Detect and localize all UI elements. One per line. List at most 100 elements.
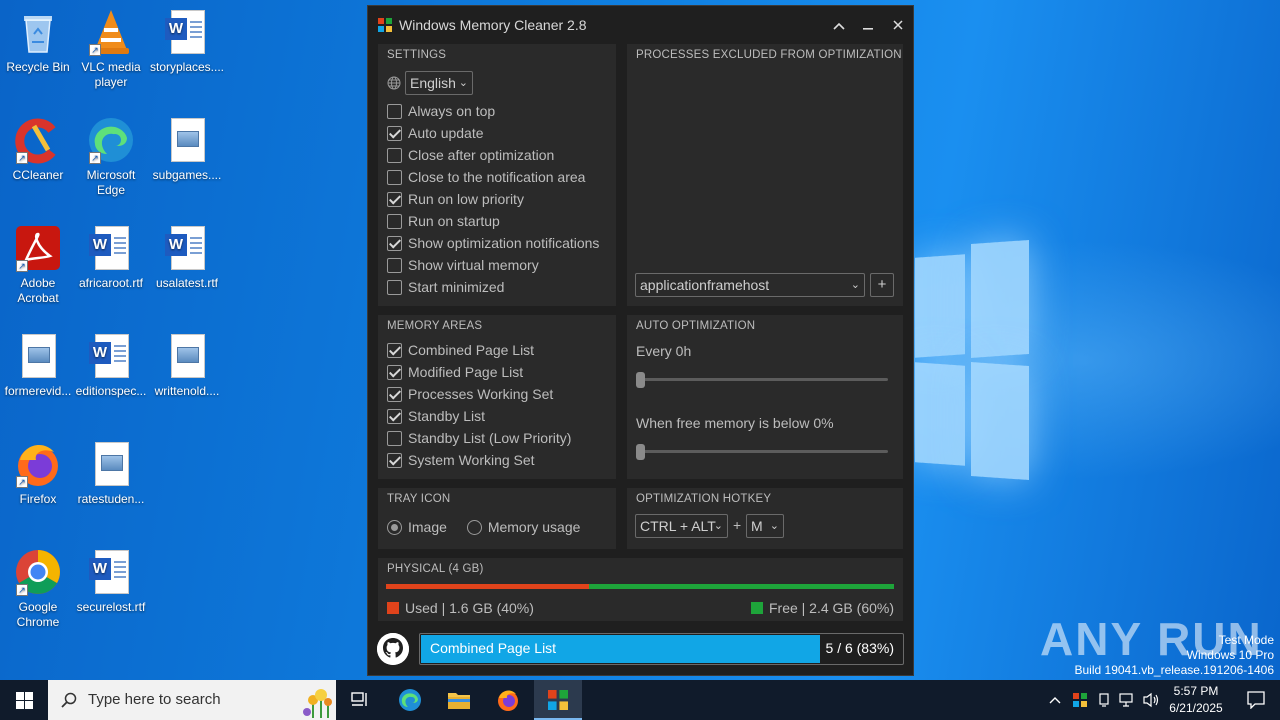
start-button[interactable]	[0, 680, 48, 720]
chevron-down-icon: ⌄	[713, 520, 723, 532]
checkbox[interactable]	[387, 213, 402, 229]
clock[interactable]: 5:57 PM 6/21/2025	[1166, 684, 1226, 715]
free-memory-text: Free | 2.4 GB (60%)	[768, 600, 894, 616]
checkbox[interactable]	[387, 364, 402, 380]
process-select[interactable]: applicationframehost ⌄	[635, 273, 865, 297]
desktop-icon-ccleaner[interactable]: ↗ CCleaner	[0, 116, 76, 183]
desktop-icon-writtenold[interactable]: writtenold....	[149, 332, 225, 399]
checkbox[interactable]	[387, 257, 402, 273]
area-standby-list-low-priority[interactable]: Standby List (Low Priority)	[387, 429, 571, 447]
tray-volume-icon[interactable]	[1140, 680, 1162, 720]
hotkey-key-select[interactable]: M ⌄	[746, 514, 784, 538]
area-system-working-set[interactable]: System Working Set	[387, 451, 535, 469]
radio-dot[interactable]	[466, 519, 482, 535]
option-start-minimized[interactable]: Start minimized	[387, 278, 504, 296]
free-memory-slider-thumb[interactable]	[636, 444, 645, 460]
desktop-icon-vlc[interactable]: ↗ VLC media player	[73, 8, 149, 90]
github-icon[interactable]	[377, 633, 409, 665]
watermark-line-1: Test Mode	[1218, 633, 1274, 647]
memory-used-fill	[386, 584, 590, 589]
option-show-optimization-notifications[interactable]: Show optimization notifications	[387, 234, 599, 252]
language-select[interactable]: English ⌄	[405, 71, 473, 95]
hotkey-modifier-value: CTRL + ALT	[640, 518, 716, 534]
checkbox[interactable]	[387, 235, 402, 251]
checkbox[interactable]	[387, 169, 402, 185]
tray-device-icon[interactable]	[1094, 680, 1114, 720]
checkbox[interactable]	[387, 386, 402, 402]
checkbox[interactable]	[387, 279, 402, 295]
checkbox[interactable]	[387, 430, 402, 446]
taskbar-edge-button[interactable]	[390, 680, 430, 720]
physical-memory-title: PHYSICAL (4 GB)	[387, 563, 484, 575]
desktop-icon-firefox[interactable]: ↗ Firefox	[0, 440, 76, 507]
desktop-icon-formerevid[interactable]: formerevid...	[0, 332, 76, 399]
desktop-icon-chrome[interactable]: ↗ Google Chrome	[0, 548, 76, 630]
checkbox[interactable]	[387, 342, 402, 358]
desktop-icon-edge[interactable]: ↗ Microsoft Edge	[73, 116, 149, 198]
taskbar-file-explorer-button[interactable]	[439, 680, 479, 720]
interval-label: Every 0h	[636, 343, 692, 359]
area-modified-page-list[interactable]: Modified Page List	[387, 363, 523, 381]
show-hidden-icons-button[interactable]	[1046, 680, 1064, 720]
close-button[interactable]	[887, 14, 909, 36]
area-standby-list[interactable]: Standby List	[387, 407, 485, 425]
taskbar-firefox-button[interactable]	[488, 680, 528, 720]
notification-center-button[interactable]	[1232, 680, 1280, 720]
desktop-icon-label: africaroot.rtf	[78, 276, 144, 290]
option-show-virtual-memory[interactable]: Show virtual memory	[387, 256, 539, 274]
area-processes-working-set[interactable]: Processes Working Set	[387, 385, 553, 403]
radio-dot[interactable]	[387, 519, 402, 535]
tray-icon-memory-usage-radio[interactable]: Memory usage	[466, 519, 581, 535]
globe-icon	[387, 76, 401, 90]
desktop-icon-subgames[interactable]: subgames....	[149, 116, 225, 183]
desktop-icon-securelost[interactable]: W securelost.rtf	[73, 548, 149, 615]
excluded-processes-panel: PROCESSES EXCLUDED FROM OPTIMIZATION app…	[627, 44, 903, 306]
desktop-icon-usalatest[interactable]: W usalatest.rtf	[149, 224, 225, 291]
option-auto-update[interactable]: Auto update	[387, 124, 484, 142]
tray-icon-title: TRAY ICON	[387, 493, 451, 505]
add-process-button[interactable]: +	[870, 273, 894, 297]
tray-network-icon[interactable]	[1117, 680, 1137, 720]
task-view-button[interactable]	[340, 680, 380, 720]
checkbox[interactable]	[387, 408, 402, 424]
desktop-icon-ratestuden[interactable]: ratestuden...	[73, 440, 149, 507]
option-close-to-notification-area[interactable]: Close to the notification area	[387, 168, 585, 186]
option-always-on-top[interactable]: Always on top	[387, 102, 495, 120]
checkbox[interactable]	[387, 147, 402, 163]
radio-label: Memory usage	[487, 519, 581, 535]
option-run-on-low-priority[interactable]: Run on low priority	[387, 190, 524, 208]
option-label: Close after optimization	[408, 147, 555, 163]
option-close-after-optimization[interactable]: Close after optimization	[387, 146, 554, 164]
free-memory-slider-track[interactable]	[636, 450, 888, 453]
tray-icon-image-radio[interactable]: Image	[387, 519, 447, 535]
image-file-icon	[87, 440, 135, 488]
test-mode-watermark: Test Mode Windows 10 Pro Build 19041.vb_…	[1075, 633, 1275, 678]
taskbar-search-input[interactable]: Type here to search	[48, 680, 336, 720]
notification-icon	[1247, 691, 1265, 709]
desktop-icon-recycle-bin[interactable]: Recycle Bin	[0, 8, 76, 75]
desktop-icon-storyplaces[interactable]: W storyplaces....	[149, 8, 225, 75]
minimize-button[interactable]	[857, 14, 879, 36]
taskbar-memory-cleaner-button[interactable]	[534, 680, 582, 720]
option-label: Run on low priority	[408, 191, 524, 207]
checkbox[interactable]	[387, 191, 402, 207]
desktop-icon-label: formerevid...	[4, 384, 72, 398]
hotkey-modifier-select[interactable]: CTRL + ALT ⌄	[635, 514, 728, 538]
checkbox[interactable]	[387, 103, 402, 119]
tray-memory-cleaner-icon[interactable]	[1070, 680, 1090, 720]
checkbox[interactable]	[387, 452, 402, 468]
checkbox[interactable]	[387, 125, 402, 141]
free-memory-threshold-label: When free memory is below 0%	[636, 415, 834, 431]
area-combined-page-list[interactable]: Combined Page List	[387, 341, 534, 359]
interval-slider-thumb[interactable]	[636, 372, 645, 388]
window-titlebar[interactable]: Windows Memory Cleaner 2.8	[368, 6, 913, 44]
desktop-icon-editionspec[interactable]: W editionspec...	[73, 332, 149, 399]
option-label: Standby List	[408, 408, 486, 424]
collapse-button[interactable]	[828, 14, 850, 36]
interval-slider-track[interactable]	[636, 378, 888, 381]
option-run-on-startup[interactable]: Run on startup	[387, 212, 500, 230]
process-value: applicationframehost	[640, 277, 770, 293]
desktop-icon-acrobat[interactable]: ↗ Adobe Acrobat	[0, 224, 76, 306]
desktop-icon-africaroot[interactable]: W africaroot.rtf	[73, 224, 149, 291]
minimize-icon	[863, 28, 873, 30]
